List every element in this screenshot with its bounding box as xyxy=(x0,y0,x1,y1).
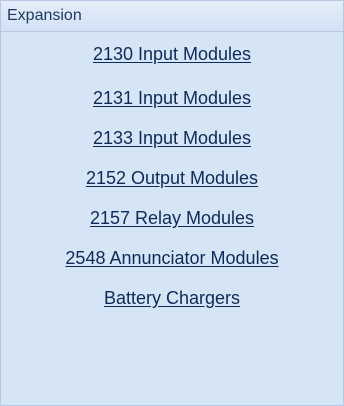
link-2130-input-modules[interactable]: 2130 Input Modules xyxy=(1,38,343,78)
expansion-panel: Expansion 2130 Input Modules 2131 Input … xyxy=(0,0,344,406)
link-2131-input-modules[interactable]: 2131 Input Modules xyxy=(1,78,343,118)
link-2133-input-modules[interactable]: 2133 Input Modules xyxy=(1,118,343,158)
panel-header: Expansion xyxy=(1,1,343,32)
link-battery-chargers[interactable]: Battery Chargers xyxy=(1,278,343,318)
link-2152-output-modules[interactable]: 2152 Output Modules xyxy=(1,158,343,198)
link-2548-annunciator-modules[interactable]: 2548 Annunciator Modules xyxy=(1,238,343,278)
links-list: 2130 Input Modules 2131 Input Modules 21… xyxy=(1,38,343,318)
link-2157-relay-modules[interactable]: 2157 Relay Modules xyxy=(1,198,343,238)
